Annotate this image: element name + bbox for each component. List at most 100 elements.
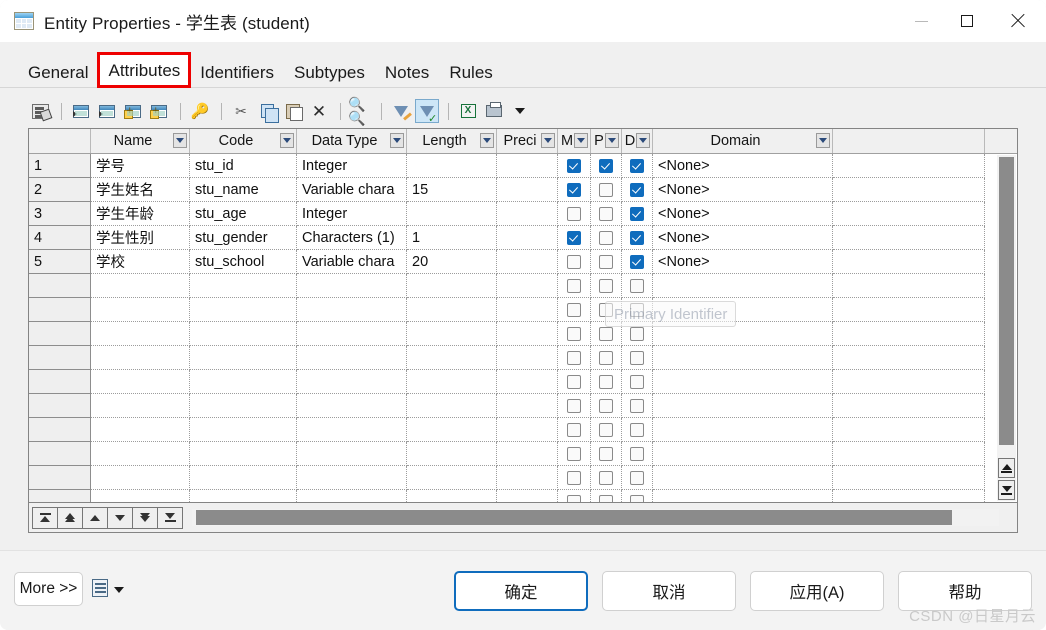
grid-cell-dataType[interactable] [297, 490, 407, 502]
grid-cell-p[interactable] [591, 178, 622, 202]
table-row[interactable] [29, 322, 1017, 346]
checkbox-d[interactable] [630, 326, 644, 341]
table-row[interactable] [29, 346, 1017, 370]
report-dropdown-icon[interactable] [114, 587, 124, 593]
grid-cell-length[interactable]: 15 [407, 178, 497, 202]
grid-cell-dataType[interactable]: Characters (1) [297, 226, 407, 250]
checkbox-d[interactable] [630, 302, 644, 317]
grid-cell-m[interactable] [558, 442, 591, 466]
grid-cell-pad[interactable] [833, 466, 985, 490]
checkbox-p[interactable] [599, 278, 613, 293]
grid-cell-name[interactable] [91, 346, 190, 370]
grid-cell-d[interactable] [622, 370, 653, 394]
grid-header-cell-precision[interactable]: Preci [497, 129, 558, 153]
grid-cell-p[interactable] [591, 202, 622, 226]
checkbox-m[interactable] [567, 446, 581, 461]
grid-header-cell-p[interactable]: P [591, 129, 622, 153]
grid-row-number[interactable]: 3 [29, 202, 91, 226]
checkbox-p[interactable] [599, 422, 613, 437]
grid-cell-length[interactable] [407, 202, 497, 226]
grid-row-number[interactable] [29, 298, 91, 322]
grid-cell-precision[interactable] [497, 322, 558, 346]
grid-cell-code[interactable]: stu_name [190, 178, 297, 202]
scroll-page-up-button[interactable] [998, 458, 1015, 478]
grid-cell-precision[interactable] [497, 394, 558, 418]
apply-button[interactable]: 应用(A) [750, 571, 884, 611]
grid-cell-name[interactable]: 学生年龄 [91, 202, 190, 226]
grid-cell-pad[interactable] [833, 370, 985, 394]
grid-cell-d[interactable] [622, 154, 653, 178]
column-filter-dropdown-button[interactable] [541, 133, 555, 148]
grid-cell-name[interactable] [91, 298, 190, 322]
table-row[interactable]: 3 学生年龄 stu_age Integer <None> [29, 202, 1017, 226]
grid-cell-pad[interactable] [833, 178, 985, 202]
checkbox-p[interactable] [599, 230, 613, 245]
checkbox-d[interactable] [630, 254, 644, 269]
grid-row-number[interactable]: 2 [29, 178, 91, 202]
grid-cell-precision[interactable] [497, 298, 558, 322]
find-button[interactable]: 🔍🔍 [348, 97, 372, 125]
add-object-button[interactable] [121, 99, 145, 123]
checkbox-p[interactable] [599, 494, 613, 502]
grid-cell-pad[interactable] [833, 346, 985, 370]
grid-row-number[interactable] [29, 370, 91, 394]
grid-cell-d[interactable] [622, 322, 653, 346]
grid-cell-m[interactable] [558, 226, 591, 250]
grid-cell-p[interactable] [591, 466, 622, 490]
move-up-button[interactable] [82, 506, 108, 529]
grid-cell-domain[interactable] [653, 346, 833, 370]
vertical-scrollbar-thumb[interactable] [999, 157, 1014, 445]
grid-row-number[interactable] [29, 442, 91, 466]
grid-cell-pad[interactable] [833, 322, 985, 346]
grid-cell-d[interactable] [622, 178, 653, 202]
checkbox-p[interactable] [599, 470, 613, 485]
replace-object-button[interactable] [147, 99, 171, 123]
grid-cell-code[interactable]: stu_id [190, 154, 297, 178]
column-filter-dropdown-button[interactable] [173, 133, 187, 148]
grid-cell-pad[interactable] [833, 490, 985, 502]
grid-cell-domain[interactable] [653, 418, 833, 442]
grid-cell-m[interactable] [558, 202, 591, 226]
grid-cell-dataType[interactable] [297, 274, 407, 298]
grid-cell-pad[interactable] [833, 442, 985, 466]
checkbox-p[interactable] [599, 254, 613, 269]
move-up-fast-button[interactable] [57, 506, 83, 529]
checkbox-p[interactable] [599, 350, 613, 365]
grid-row-number[interactable] [29, 394, 91, 418]
cut-button[interactable]: ✂ [229, 99, 253, 123]
column-filter-dropdown-button[interactable] [574, 133, 588, 148]
grid-row-number[interactable]: 1 [29, 154, 91, 178]
grid-cell-length[interactable]: 20 [407, 250, 497, 274]
table-row[interactable] [29, 370, 1017, 394]
column-filter-dropdown-button[interactable] [280, 133, 294, 148]
grid-cell-pad[interactable] [833, 202, 985, 226]
checkbox-m[interactable] [567, 494, 581, 502]
grid-row-number[interactable] [29, 490, 91, 502]
grid-cell-precision[interactable] [497, 250, 558, 274]
move-to-bottom-button[interactable] [157, 506, 183, 529]
checkbox-m[interactable] [567, 254, 581, 269]
grid-cell-dataType[interactable] [297, 322, 407, 346]
grid-cell-d[interactable] [622, 202, 653, 226]
grid-cell-pad[interactable] [833, 394, 985, 418]
close-button[interactable] [990, 0, 1046, 42]
grid-cell-code[interactable]: stu_age [190, 202, 297, 226]
grid-cell-p[interactable] [591, 370, 622, 394]
grid-cell-name[interactable] [91, 490, 190, 502]
grid-cell-precision[interactable] [497, 202, 558, 226]
table-row[interactable] [29, 394, 1017, 418]
grid-cell-p[interactable] [591, 322, 622, 346]
grid-cell-precision[interactable] [497, 178, 558, 202]
tab-attributes[interactable]: Attributes [97, 52, 192, 88]
grid-cell-code[interactable] [190, 490, 297, 502]
grid-cell-m[interactable] [558, 322, 591, 346]
grid-cell-p[interactable] [591, 418, 622, 442]
grid-cell-precision[interactable] [497, 490, 558, 502]
horizontal-scrollbar[interactable] [192, 509, 999, 526]
grid-cell-dataType[interactable]: Integer [297, 202, 407, 226]
checkbox-m[interactable] [567, 278, 581, 293]
grid-cell-dataType[interactable] [297, 370, 407, 394]
grid-cell-d[interactable] [622, 442, 653, 466]
grid-cell-m[interactable] [558, 250, 591, 274]
checkbox-p[interactable] [599, 326, 613, 341]
